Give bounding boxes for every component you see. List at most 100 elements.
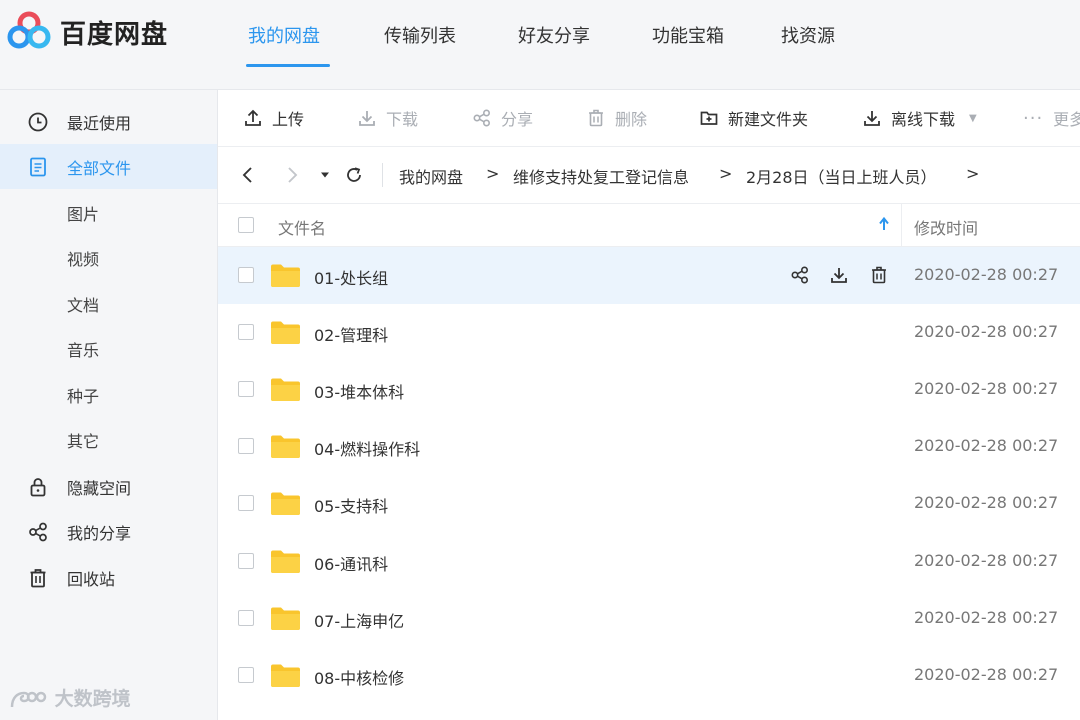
download-icon xyxy=(356,107,378,129)
download-button[interactable]: 下载 xyxy=(356,106,418,130)
folder-icon xyxy=(271,264,300,287)
folder-icon xyxy=(271,550,300,573)
offline-download-button[interactable]: 离线下载 ▼ xyxy=(861,106,977,130)
folder-icon xyxy=(271,492,300,515)
share-button[interactable]: 分享 xyxy=(471,106,533,130)
share-icon xyxy=(26,520,50,544)
sidebar-item-music[interactable]: 音乐 xyxy=(0,326,217,371)
sidebar-item-label: 隐藏空间 xyxy=(67,479,132,498)
download-label: 下载 xyxy=(386,110,419,129)
file-name[interactable]: 01-处长组 xyxy=(314,265,388,289)
table-row[interactable]: 01-处长组 2020-02-28 00:27 xyxy=(218,247,1080,304)
back-icon[interactable] xyxy=(236,163,260,187)
sidebar-item-label: 视频 xyxy=(67,250,100,269)
top-header: 百度网盘 我的网盘 传输列表 好友分享 功能宝箱 找资源 xyxy=(0,0,1080,90)
sort-asc-icon[interactable] xyxy=(878,216,890,236)
select-all-checkbox[interactable] xyxy=(238,217,254,233)
table-row[interactable]: 06-通讯科 2020-02-28 00:27 xyxy=(218,533,1080,590)
tab-find-resources[interactable]: 找资源 xyxy=(781,22,835,48)
sidebar-item-hidden-space[interactable]: 隐藏空间 xyxy=(0,464,217,509)
upload-button[interactable]: 上传 xyxy=(242,106,304,130)
row-download-icon[interactable] xyxy=(827,263,851,287)
more-dots-icon: ··· xyxy=(1023,107,1044,129)
offline-download-label: 离线下载 xyxy=(891,110,956,129)
modified-time: 2020-02-28 00:27 xyxy=(914,379,1059,398)
download-icon xyxy=(861,107,883,129)
row-checkbox[interactable] xyxy=(238,324,254,340)
row-checkbox[interactable] xyxy=(238,495,254,511)
row-checkbox[interactable] xyxy=(238,267,254,283)
breadcrumb-separator: > xyxy=(719,164,733,183)
sidebar-item-recent[interactable]: 最近使用 xyxy=(0,99,217,144)
sidebar-item-videos[interactable]: 视频 xyxy=(0,235,217,280)
table-row[interactable]: 08-中核检修 2020-02-28 00:27 xyxy=(218,647,1080,704)
sidebar-item-recycle-bin[interactable]: 回收站 xyxy=(0,555,217,600)
table-row[interactable]: 02-管理科 2020-02-28 00:27 xyxy=(218,304,1080,361)
table-row[interactable]: 04-燃料操作科 2020-02-28 00:27 xyxy=(218,418,1080,475)
sidebar-item-all-files[interactable]: 全部文件 xyxy=(0,144,217,189)
sidebar-item-label: 回收站 xyxy=(67,570,116,589)
toolbar: 上传 下载 分享 删除 新建文件夹 离线下载 ▼ ··· 更多 xyxy=(218,90,1080,147)
row-checkbox[interactable] xyxy=(238,381,254,397)
more-button[interactable]: ··· 更多 xyxy=(1023,106,1080,130)
tab-transfer-list[interactable]: 传输列表 xyxy=(384,22,456,48)
file-name[interactable]: 04-燃料操作科 xyxy=(314,436,420,460)
sidebar-item-label: 图片 xyxy=(67,205,100,224)
breadcrumb-separator: > xyxy=(966,164,980,183)
breadcrumb-item-repair-support[interactable]: 维修支持处复工登记信息 xyxy=(513,164,689,188)
folder-icon xyxy=(271,435,300,458)
refresh-icon[interactable] xyxy=(342,163,366,187)
table-row[interactable]: 07-上海申亿 2020-02-28 00:27 xyxy=(218,590,1080,647)
history-caret-icon[interactable] xyxy=(313,163,337,187)
file-name[interactable]: 02-管理科 xyxy=(314,322,388,346)
sidebar-item-torrents[interactable]: 种子 xyxy=(0,372,217,417)
table-row[interactable]: 05-支持科 2020-02-28 00:27 xyxy=(218,475,1080,532)
row-delete-icon[interactable] xyxy=(867,263,891,287)
modified-time: 2020-02-28 00:27 xyxy=(914,265,1059,284)
sidebar-item-my-shares[interactable]: 我的分享 xyxy=(0,509,217,554)
sidebar-item-label: 全部文件 xyxy=(67,159,132,178)
sidebar: 最近使用 全部文件 图片 视频 文档 音乐 种子 其它 隐藏空间 我的分享 回收… xyxy=(0,90,218,720)
breadcrumb-item-feb28: 2月28日（当日上班人员） xyxy=(746,168,937,187)
delete-label: 删除 xyxy=(615,110,648,129)
sidebar-item-label: 文档 xyxy=(67,296,100,315)
tab-toolbox[interactable]: 功能宝箱 xyxy=(652,22,724,48)
folder-icon xyxy=(271,321,300,344)
file-name[interactable]: 03-堆本体科 xyxy=(314,379,404,403)
sidebar-item-others[interactable]: 其它 xyxy=(0,417,217,462)
file-name[interactable]: 07-上海申亿 xyxy=(314,608,404,632)
forward-icon[interactable] xyxy=(280,163,304,187)
new-folder-button[interactable]: 新建文件夹 xyxy=(698,106,808,130)
row-checkbox[interactable] xyxy=(238,667,254,683)
breadcrumb-separator: > xyxy=(486,164,500,183)
watermark-logo-icon xyxy=(10,691,47,707)
delete-button[interactable]: 删除 xyxy=(585,106,647,130)
table-row[interactable]: 03-堆本体科 2020-02-28 00:27 xyxy=(218,361,1080,418)
sidebar-item-label: 其它 xyxy=(67,432,100,451)
clock-icon xyxy=(26,110,50,134)
lock-icon xyxy=(26,475,50,499)
row-checkbox[interactable] xyxy=(238,610,254,626)
column-divider xyxy=(901,204,902,246)
tab-friend-share[interactable]: 好友分享 xyxy=(518,22,590,48)
column-header-filename[interactable]: 文件名 xyxy=(278,215,326,239)
watermark-text: 大数跨境 xyxy=(54,688,131,710)
file-name[interactable]: 05-支持科 xyxy=(314,493,388,517)
row-checkbox[interactable] xyxy=(238,438,254,454)
file-name[interactable]: 06-通讯科 xyxy=(314,551,388,575)
watermark: 大数跨境 xyxy=(8,684,131,711)
sidebar-item-documents[interactable]: 文档 xyxy=(0,281,217,326)
caret-down-icon[interactable]: ▼ xyxy=(969,113,977,124)
sidebar-item-images[interactable]: 图片 xyxy=(0,190,217,235)
row-checkbox[interactable] xyxy=(238,553,254,569)
row-share-icon[interactable] xyxy=(788,263,812,287)
modified-time: 2020-02-28 00:27 xyxy=(914,322,1059,341)
new-folder-icon xyxy=(698,107,720,129)
modified-time: 2020-02-28 00:27 xyxy=(914,665,1059,684)
column-header-modified-time[interactable]: 修改时间 xyxy=(914,215,978,239)
breadcrumb-divider xyxy=(382,163,383,187)
active-tab-indicator xyxy=(246,64,330,67)
file-name[interactable]: 08-中核检修 xyxy=(314,665,404,689)
tab-my-netdisk[interactable]: 我的网盘 xyxy=(248,22,320,48)
breadcrumb-item-my-netdisk[interactable]: 我的网盘 xyxy=(399,164,463,188)
